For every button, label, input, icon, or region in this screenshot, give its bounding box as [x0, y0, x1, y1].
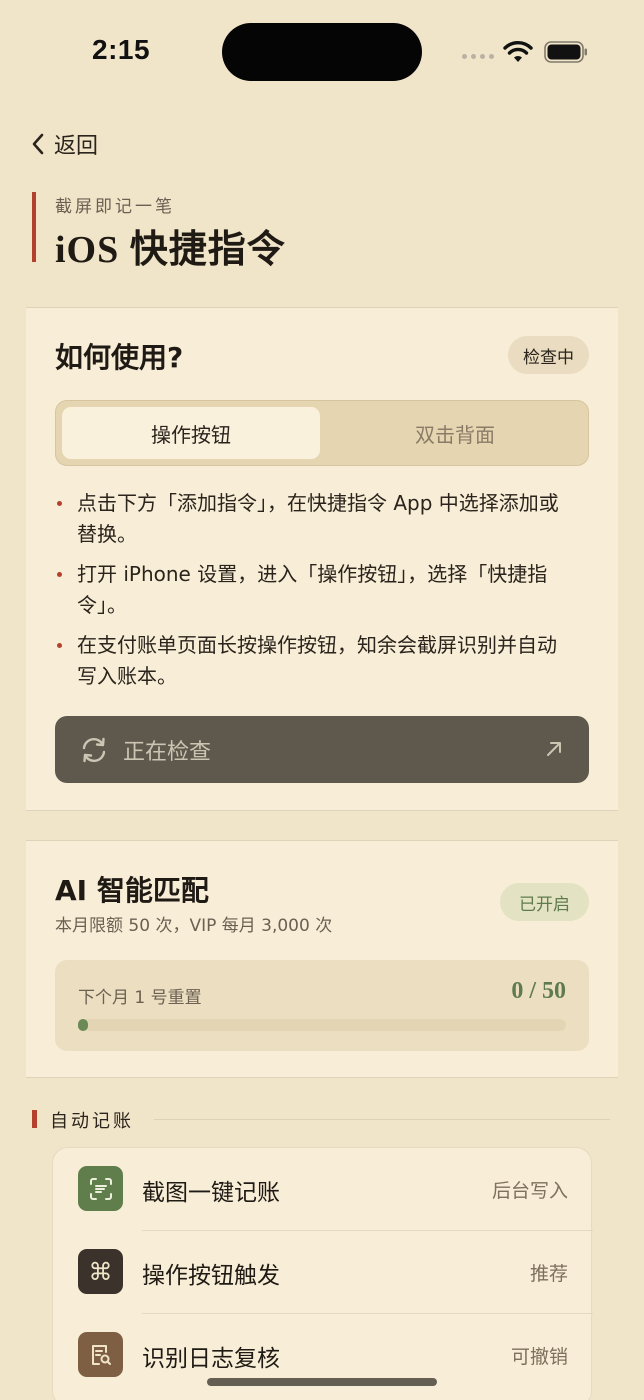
checking-button[interactable]: 正在检查	[55, 716, 589, 783]
status-time: 2:15	[92, 34, 151, 65]
ai-card-title: AI 智能匹配	[55, 874, 209, 907]
quota-panel: 下个月 1 号重置 0 / 50	[55, 960, 589, 1051]
list-item-tag: 推荐	[529, 1263, 568, 1285]
section-divider	[154, 1119, 610, 1120]
list-item-tag: 后台写入	[491, 1180, 568, 1202]
quota-reset-label: 下个月 1 号重置	[78, 988, 202, 1008]
bullet-dot	[57, 501, 62, 506]
instruction-step: 打开 iPhone 设置，进入「操作按钮」，选择「快捷指令」。	[55, 559, 575, 621]
list-item-screenshot[interactable]: 截图一键记账 后台写入	[53, 1148, 593, 1231]
list-item-label: 操作按钮触发	[142, 1263, 280, 1289]
scan-text-icon	[78, 1166, 123, 1211]
list-item-action-button[interactable]: ⌘ 操作按钮触发 推荐	[53, 1231, 593, 1314]
list-item-label: 截图一键记账	[142, 1180, 280, 1206]
section-title-auto: 自动记账	[50, 1111, 134, 1132]
back-button[interactable]: 返回	[30, 128, 98, 160]
wifi-icon	[503, 41, 533, 62]
page-title: iOS 快捷指令	[55, 218, 286, 273]
back-label: 返回	[54, 134, 99, 159]
checking-button-label: 正在检查	[123, 739, 212, 765]
instruction-step: 点击下方「添加指令」，在快捷指令 App 中选择添加或替换。	[55, 488, 575, 550]
refresh-icon	[82, 737, 106, 762]
auto-feature-list: 截图一键记账 后台写入 ⌘ 操作按钮触发 推荐 识别日志复核 可撤销	[52, 1147, 593, 1400]
document-search-icon	[78, 1332, 123, 1377]
bullet-dot	[57, 572, 62, 577]
arrow-up-right-icon	[547, 742, 561, 756]
instruction-list: 点击下方「添加指令」，在快捷指令 App 中选择添加或替换。 打开 iPhone…	[55, 488, 575, 701]
ai-card-subtitle: 本月限额 50 次，VIP 每月 3,000 次	[55, 916, 333, 936]
status-badge-checking: 检查中	[508, 336, 589, 374]
status-badge-enabled: 已开启	[500, 883, 589, 921]
home-indicator	[207, 1378, 437, 1386]
battery-icon	[544, 41, 587, 63]
header-accent-bar	[32, 192, 36, 262]
quota-progress-fill	[78, 1019, 88, 1031]
usage-card: 如何使用? 检查中 操作按钮 双击背面 点击下方「添加指令」，在快捷指令 App…	[26, 307, 618, 811]
list-item-tag: 可撤销	[510, 1346, 568, 1368]
section-accent-bar	[32, 1110, 37, 1128]
tab-action-button[interactable]: 操作按钮	[62, 407, 320, 459]
usage-card-title: 如何使用?	[55, 341, 184, 374]
cellular-signal-icon	[462, 54, 494, 59]
page-subtitle: 截屏即记一笔	[55, 197, 175, 217]
chevron-left-icon	[32, 133, 44, 155]
instruction-step: 在支付账单页面长按操作按钮，知余会截屏识别并自动写入账本。	[55, 630, 575, 692]
ai-match-card: AI 智能匹配 本月限额 50 次，VIP 每月 3,000 次 已开启 下个月…	[26, 840, 618, 1078]
list-item-label: 识别日志复核	[142, 1346, 280, 1372]
quota-value: 0 / 50	[511, 978, 566, 1004]
tab-double-tap-back[interactable]: 双击背面	[326, 407, 584, 459]
dynamic-island	[222, 23, 422, 81]
page-title-latin: iOS	[55, 229, 120, 271]
trigger-segmented-control: 操作按钮 双击背面	[55, 400, 589, 466]
quota-progress-track	[78, 1019, 566, 1031]
page-title-cjk: 快捷指令	[129, 227, 286, 271]
command-icon: ⌘	[78, 1249, 123, 1294]
bullet-dot	[57, 643, 62, 648]
